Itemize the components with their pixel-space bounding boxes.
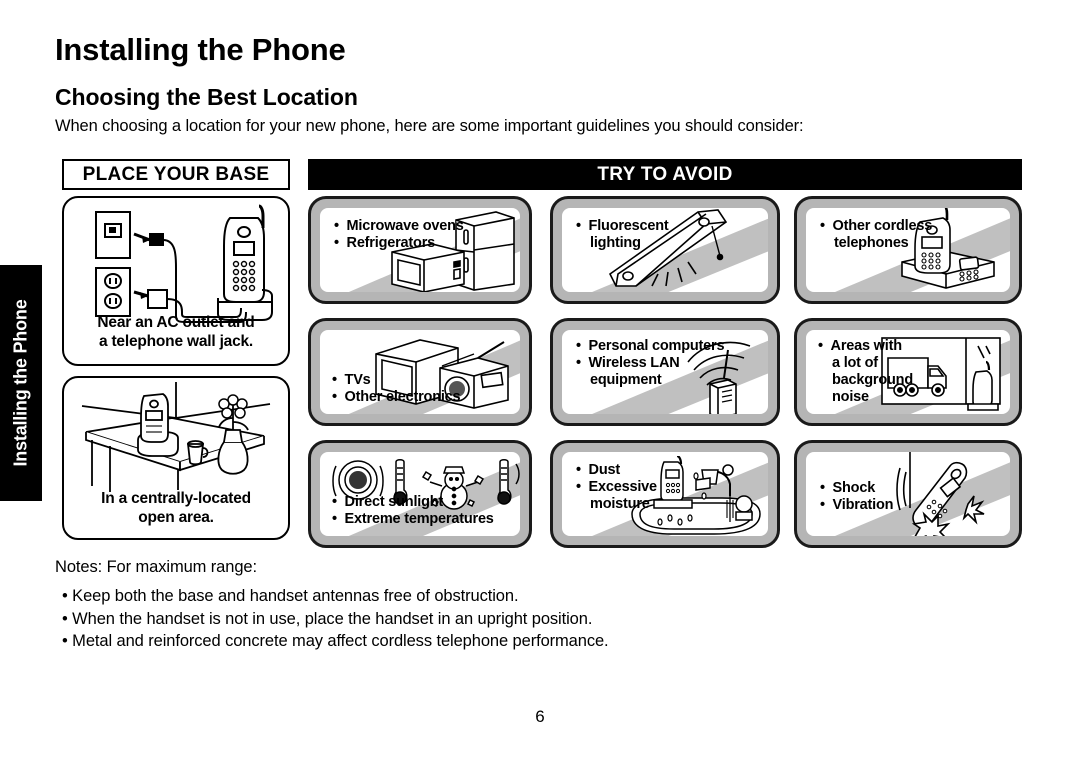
avoid-bullet: • Refrigerators bbox=[334, 235, 436, 251]
chapter-side-tab: Installing the Phone bbox=[0, 265, 42, 501]
avoid-bullet: • Fluorescent bbox=[576, 218, 669, 234]
avoid-bullet: • Direct sunlight bbox=[332, 494, 444, 510]
base-card-caption: Near an AC outlet and a telephone wall j… bbox=[64, 313, 288, 351]
note-item: • When the handset is not in use, place … bbox=[62, 609, 593, 628]
avoid-bullet: • TVs bbox=[332, 372, 371, 388]
avoid-card: • Direct sunlight • Extreme temperatures bbox=[308, 440, 532, 548]
avoid-card-text: • Areas with a lot of background noise bbox=[818, 338, 913, 406]
base-placement-card: In a centrally-located open area. bbox=[62, 376, 290, 540]
avoid-card-text: • Other cordless telephones bbox=[820, 218, 932, 252]
notes-list: • Keep both the base and handset antenna… bbox=[62, 585, 609, 653]
avoid-card-inner: • Shock • Vibration bbox=[806, 452, 1010, 536]
avoid-bullet: • Dust bbox=[576, 462, 620, 478]
caption-line: a telephone wall jack. bbox=[98, 333, 254, 350]
avoid-bullet: • Vibration bbox=[820, 497, 894, 513]
avoid-card-text: • TVs • Other electronics bbox=[332, 372, 461, 406]
page-title: Installing the Phone bbox=[55, 32, 346, 67]
intro-paragraph: When choosing a location for your new ph… bbox=[55, 117, 804, 135]
notes-lead: Notes: For maximum range: bbox=[55, 558, 257, 576]
avoid-bullet: • Other cordless bbox=[820, 218, 933, 234]
avoid-card: • TVs • Other electronics bbox=[308, 318, 532, 426]
place-your-base-heading: PLACE YOUR BASE bbox=[62, 159, 290, 190]
avoid-card: • Microwave ovens • Refrigerators bbox=[308, 196, 532, 304]
avoid-bullet-continuation: background bbox=[832, 372, 913, 388]
dropped-handset-impact-icon bbox=[896, 452, 985, 536]
avoid-card-text: • Microwave ovens • Refrigerators bbox=[334, 218, 464, 252]
avoid-bullet: • Microwave ovens bbox=[334, 218, 464, 234]
avoid-card: • Dust • Excessive moisture bbox=[550, 440, 780, 548]
avoid-bullet-continuation: lighting bbox=[590, 235, 641, 251]
page-number: 6 bbox=[535, 707, 545, 726]
avoid-card: • Other cordless telephones bbox=[794, 196, 1022, 304]
avoid-card-text: • Shock • Vibration bbox=[820, 480, 894, 514]
avoid-bullet: • Excessive bbox=[576, 479, 657, 495]
chapter-side-tab-label: Installing the Phone bbox=[10, 299, 31, 467]
avoid-card-inner: • Direct sunlight • Extreme temperatures bbox=[320, 452, 520, 536]
base-placement-card: Near an AC outlet and a telephone wall j… bbox=[62, 196, 290, 366]
avoid-card-inner: • Areas with a lot of background noise bbox=[806, 330, 1010, 414]
avoid-card: • Fluorescent lighting bbox=[550, 196, 780, 304]
avoid-bullet: • Personal computers bbox=[576, 338, 725, 354]
note-item: • Metal and reinforced concrete may affe… bbox=[62, 632, 609, 650]
avoid-bullet: • Areas with bbox=[818, 338, 902, 354]
avoid-card-inner: • TVs • Other electronics bbox=[320, 330, 520, 414]
base-card-caption: In a centrally-located open area. bbox=[64, 489, 288, 527]
avoid-card-text: • Personal computers • Wireless LAN equi… bbox=[576, 338, 725, 389]
avoid-bullet-continuation: noise bbox=[832, 389, 869, 405]
avoid-card-text: • Direct sunlight • Extreme temperatures bbox=[332, 494, 494, 528]
avoid-card: • Shock • Vibration bbox=[794, 440, 1022, 548]
avoid-card: • Areas with a lot of background noise bbox=[794, 318, 1022, 426]
avoid-bullet: • Wireless LAN bbox=[576, 355, 680, 371]
avoid-bullet: • Extreme temperatures bbox=[332, 511, 494, 527]
avoid-card-text: • Fluorescent lighting bbox=[576, 218, 669, 252]
avoid-card-text: • Dust • Excessive moisture bbox=[576, 462, 657, 513]
avoid-card-inner: • Microwave ovens • Refrigerators bbox=[320, 208, 520, 292]
avoid-bullet-continuation: moisture bbox=[590, 496, 650, 512]
caption-line: Near an AC outlet and bbox=[97, 314, 255, 331]
avoid-card-inner: • Other cordless telephones bbox=[806, 208, 1010, 292]
avoid-card: • Personal computers • Wireless LAN equi… bbox=[550, 318, 780, 426]
avoid-bullet-continuation: equipment bbox=[590, 372, 662, 388]
avoid-bullet: • Other electronics bbox=[332, 389, 461, 405]
caption-line: open area. bbox=[138, 509, 214, 526]
avoid-bullet-continuation: a lot of bbox=[832, 355, 878, 371]
caption-line: In a centrally-located bbox=[101, 490, 251, 507]
open-area-table-icon bbox=[81, 382, 271, 492]
avoid-card-inner: • Fluorescent lighting bbox=[562, 208, 768, 292]
ac-outlet-and-phone-jack-icon bbox=[95, 204, 273, 323]
avoid-card-inner: • Dust • Excessive moisture bbox=[562, 452, 768, 536]
note-item: • Keep both the base and handset antenna… bbox=[62, 587, 519, 605]
avoid-bullet: • Shock bbox=[820, 480, 876, 496]
avoid-bullet-continuation: telephones bbox=[834, 235, 909, 251]
section-title: Choosing the Best Location bbox=[55, 84, 358, 110]
avoid-card-inner: • Personal computers • Wireless LAN equi… bbox=[562, 330, 768, 414]
try-to-avoid-heading: TRY TO AVOID bbox=[308, 159, 1022, 190]
